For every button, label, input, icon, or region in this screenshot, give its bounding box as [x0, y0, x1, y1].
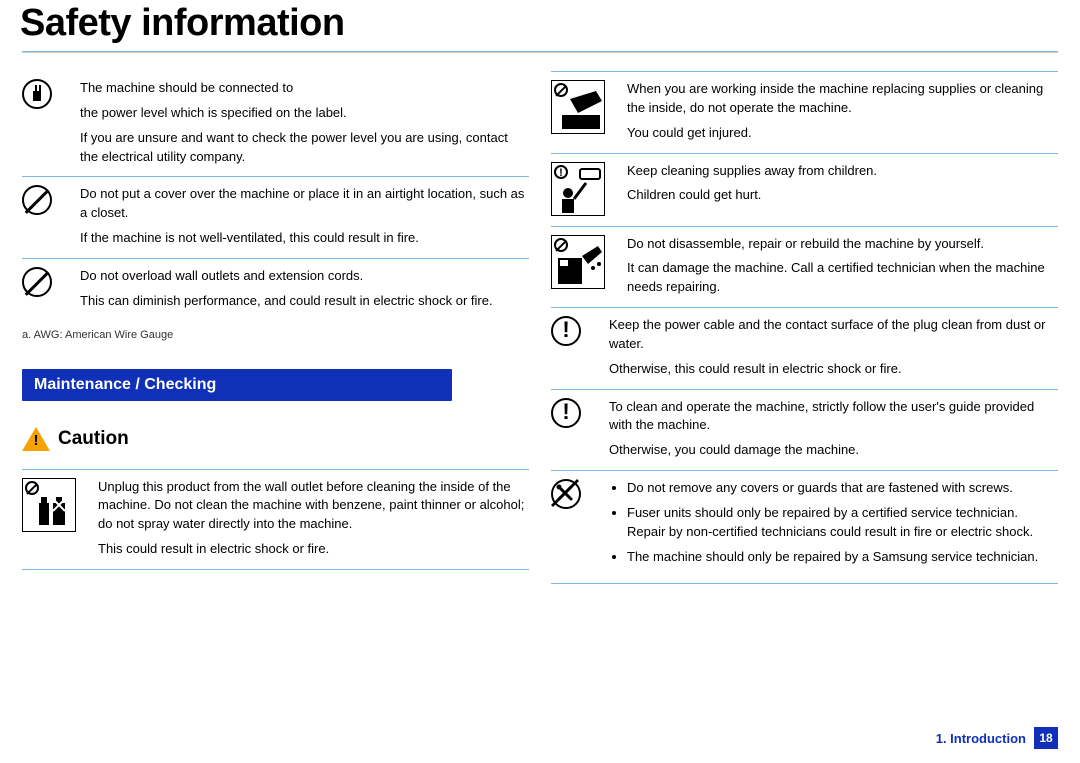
- text: Keep cleaning supplies away from childre…: [627, 162, 1058, 181]
- right-column: When you are working inside the machine …: [551, 71, 1058, 584]
- text: The machine should be connected to: [80, 79, 529, 98]
- row-do-not-disassemble: Do not disassemble, repair or rebuild th…: [551, 227, 1058, 309]
- exclamation-circle-icon: [551, 398, 595, 428]
- row-no-overload: Do not overload wall outlets and extensi…: [22, 259, 529, 321]
- row-no-cover: Do not put a cover over the machine or p…: [22, 177, 529, 259]
- page-title: Safety information: [20, 0, 1058, 51]
- text: To clean and operate the machine, strict…: [609, 398, 1058, 436]
- bullet: Do not remove any covers or guards that …: [627, 479, 1058, 498]
- footnote-awg: a. AWG: American Wire Gauge: [22, 329, 529, 341]
- text: Otherwise, you could damage the machine.: [609, 441, 1058, 460]
- section-heading-maintenance: Maintenance / Checking: [22, 369, 452, 401]
- hand-in-machine-icon: [551, 80, 613, 134]
- text: the power level which is specified on th…: [80, 104, 529, 123]
- prohibit-icon: [22, 185, 66, 215]
- text: When you are working inside the machine …: [627, 80, 1058, 118]
- text: Unplug this product from the wall outlet…: [98, 478, 529, 535]
- row-keep-from-children: ! Keep cleaning supplies away from child…: [551, 154, 1058, 227]
- text: This could result in electric shock or f…: [98, 540, 529, 559]
- row-power-level: The machine should be connected to the p…: [22, 71, 529, 177]
- left-column: The machine should be connected to the p…: [22, 71, 529, 584]
- prohibit-icon: [22, 267, 66, 297]
- text: Keep the power cable and the contact sur…: [609, 316, 1058, 354]
- caution-heading: Caution: [22, 427, 529, 451]
- row-no-remove-covers: Do not remove any covers or guards that …: [551, 471, 1058, 583]
- no-self-repair-icon: [551, 235, 613, 289]
- text: Do not disassemble, repair or rebuild th…: [627, 235, 1058, 254]
- row-keep-plug-clean: Keep the power cable and the contact sur…: [551, 308, 1058, 390]
- text: Otherwise, this could result in electric…: [609, 360, 1058, 379]
- content-columns: The machine should be connected to the p…: [22, 71, 1058, 584]
- text: If you are unsure and want to check the …: [80, 129, 529, 167]
- caution-label: Caution: [58, 428, 129, 450]
- chapter-label: 1. Introduction: [936, 731, 1026, 746]
- text: This can diminish performance, and could…: [80, 292, 529, 311]
- plug-mandatory-icon: [22, 79, 66, 109]
- warning-triangle-icon: [22, 427, 50, 451]
- page-number: 18: [1034, 727, 1058, 749]
- no-solvents-icon: [22, 478, 84, 532]
- text: You could get injured.: [627, 124, 1058, 143]
- text: Do not overload wall outlets and extensi…: [80, 267, 529, 286]
- text: It can damage the machine. Call a certif…: [627, 259, 1058, 297]
- no-tools-icon: [551, 479, 595, 509]
- bullet: Fuser units should only be repaired by a…: [627, 504, 1058, 542]
- row-dont-operate-while-servicing: When you are working inside the machine …: [551, 72, 1058, 154]
- title-divider: [22, 51, 1058, 53]
- row-follow-guide: To clean and operate the machine, strict…: [551, 390, 1058, 472]
- row-unplug-before-cleaning: Unplug this product from the wall outlet…: [22, 470, 529, 570]
- page-footer: 1. Introduction 18: [936, 727, 1058, 749]
- keep-away-children-icon: !: [551, 162, 613, 216]
- bullet: The machine should only be repaired by a…: [627, 548, 1058, 567]
- text: If the machine is not well-ventilated, t…: [80, 229, 529, 248]
- text: Children could get hurt.: [627, 186, 1058, 205]
- exclamation-circle-icon: [551, 316, 595, 346]
- text: Do not put a cover over the machine or p…: [80, 185, 529, 223]
